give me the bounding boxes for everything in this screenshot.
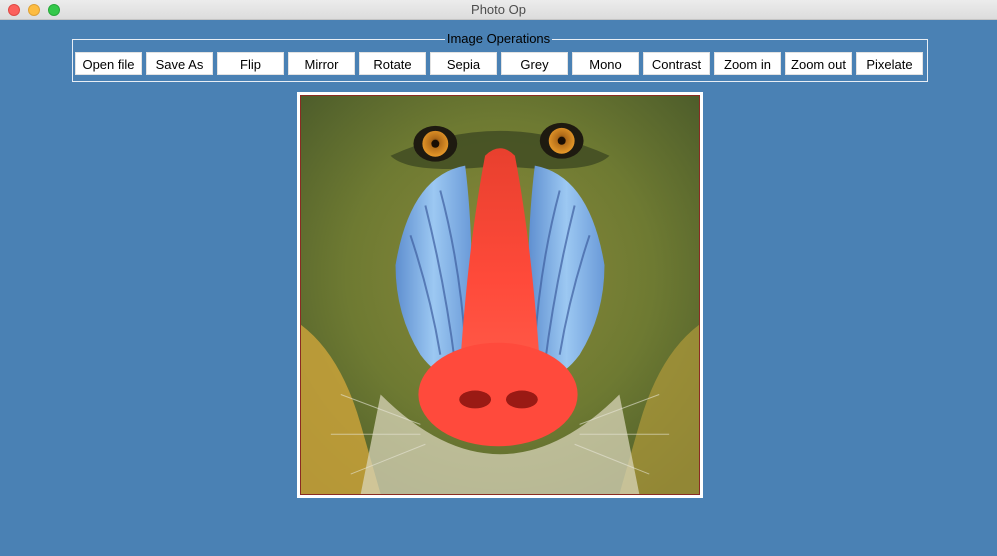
image-operations-label: Image Operations <box>444 31 553 46</box>
mandrill-photo <box>300 95 700 495</box>
mirror-button[interactable]: Mirror <box>288 52 355 75</box>
zoom-out-button[interactable]: Zoom out <box>785 52 852 75</box>
title-bar[interactable]: Photo Op <box>0 0 997 20</box>
flip-button[interactable]: Flip <box>217 52 284 75</box>
window-title: Photo Op <box>471 2 526 17</box>
pixelate-button[interactable]: Pixelate <box>856 52 923 75</box>
save-as-button[interactable]: Save As <box>146 52 213 75</box>
zoom-in-button[interactable]: Zoom in <box>714 52 781 75</box>
app-window: Photo Op Image Operations Open file Save… <box>0 0 997 556</box>
mono-button[interactable]: Mono <box>572 52 639 75</box>
grey-button[interactable]: Grey <box>501 52 568 75</box>
open-file-button[interactable]: Open file <box>75 52 142 75</box>
image-canvas <box>297 92 703 498</box>
rotate-button[interactable]: Rotate <box>359 52 426 75</box>
operations-toolbar: Open file Save As Flip Mirror Rotate Sep… <box>75 52 923 76</box>
sepia-button[interactable]: Sepia <box>430 52 497 75</box>
contrast-button[interactable]: Contrast <box>643 52 710 75</box>
